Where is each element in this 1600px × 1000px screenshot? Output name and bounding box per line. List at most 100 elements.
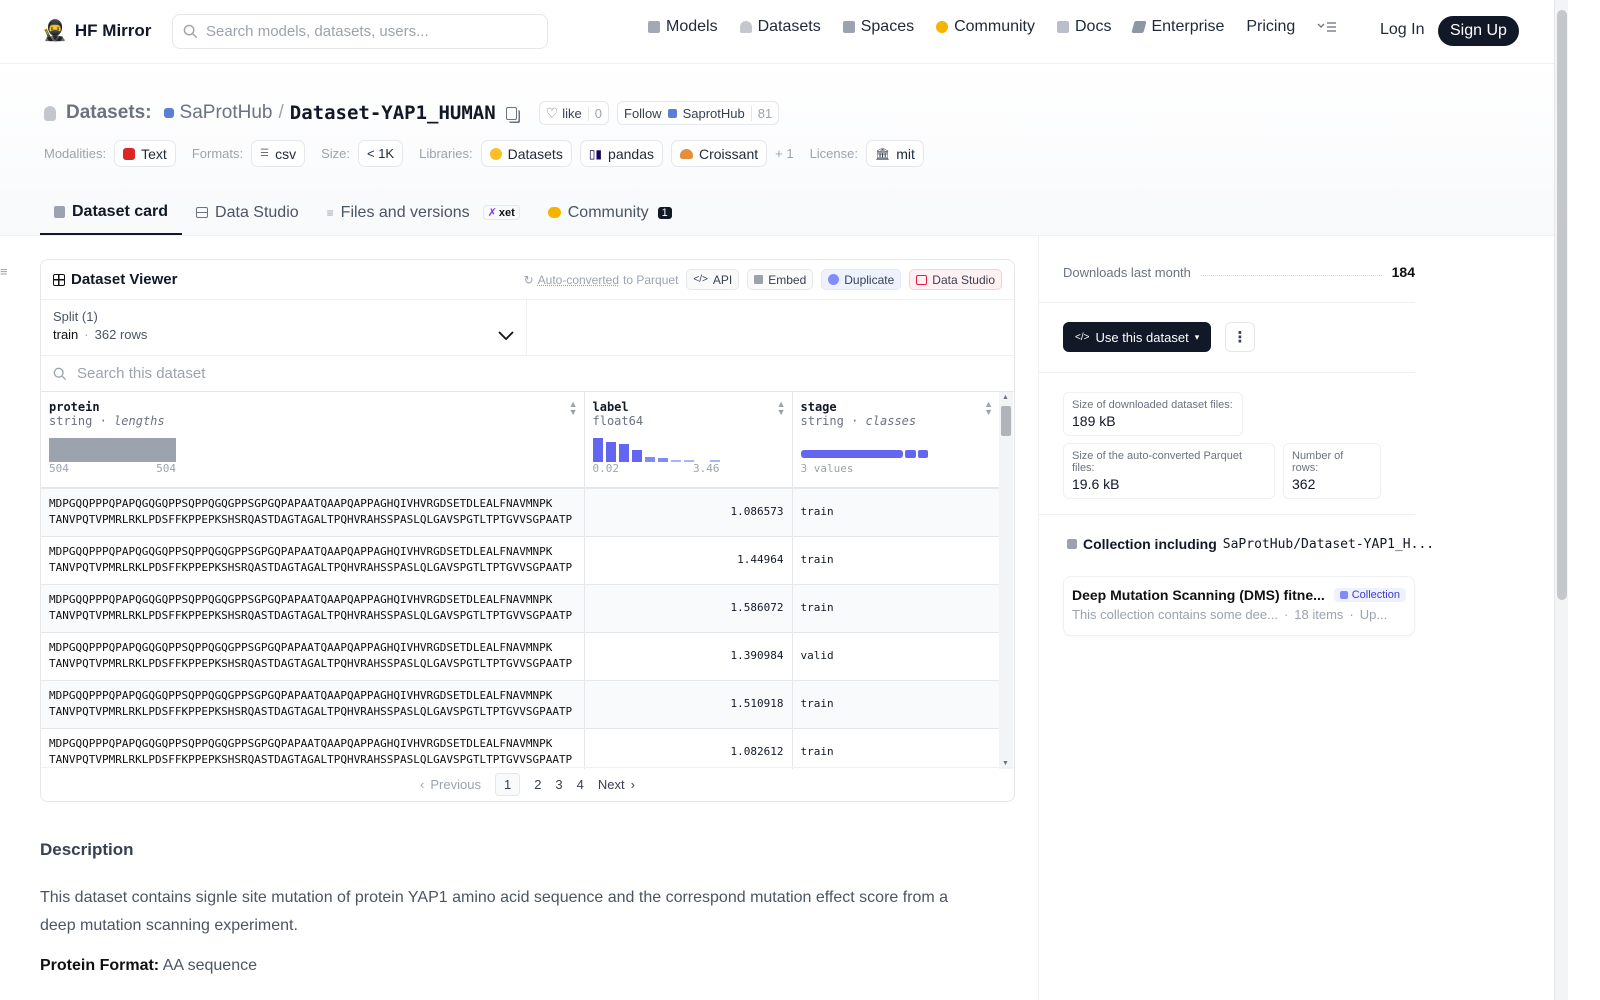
protein-cell[interactable]: MDPGQQPPPQPAPQGQGQPPSQPPQGQGPPSGPGQPAPAA… — [41, 680, 585, 728]
croissant-icon — [679, 148, 693, 159]
use-dataset-button[interactable]: </> Use this dataset ▾ — [1063, 322, 1212, 352]
nav-enterprise[interactable]: Enterprise — [1131, 18, 1224, 36]
table-row[interactable]: MDPGQQPPPQPAPQGQGQPPSQPPQGQGPPSGPGQPAPAA… — [41, 584, 999, 632]
search-icon — [183, 24, 198, 39]
follow-button[interactable]: Follow SaprotHub 81 — [617, 101, 780, 125]
sort-icon[interactable]: ▲ ▼ — [984, 400, 993, 417]
split-selector[interactable]: Split (1) train · 362 rows — [41, 300, 527, 355]
nav-spaces[interactable]: Spaces — [842, 18, 914, 36]
protein-cell[interactable]: MDPGQQPPPQPAPQGQGQPPSQPPQGQGPPSGPGQPAPAA… — [41, 584, 585, 632]
follow-label: Follow — [624, 105, 662, 121]
like-button[interactable]: ♡ like 0 — [538, 101, 609, 125]
prev-page-button[interactable]: ‹ Previous — [420, 777, 481, 792]
sort-icon[interactable]: ▲ ▼ — [777, 400, 786, 417]
tag-library-datasets[interactable]: Datasets — [480, 140, 572, 167]
login-link[interactable]: Log In — [1380, 21, 1424, 39]
label-cell[interactable]: 1.44964 — [584, 536, 793, 584]
protein-cell[interactable]: MDPGQQPPPQPAPQGQGQPPSQPPQGQGPPSGPGQPAPAA… — [41, 488, 585, 536]
collection-title[interactable]: Deep Mutation Scanning (DMS) fitne... — [1072, 587, 1325, 603]
table-row[interactable]: MDPGQQPPPQPAPQGQGQPPSQPPQGQGPPSGPGQPAPAA… — [41, 728, 999, 769]
protein-cell[interactable]: MDPGQQPPPQPAPQGQGQPPSQPPQGQGPPSGPGQPAPAA… — [41, 536, 585, 584]
tab-dataset-card[interactable]: Dataset card — [40, 190, 183, 235]
dataset-name[interactable]: Dataset-YAP1_HUMAN — [290, 102, 496, 124]
page-4-button[interactable]: 4 — [577, 777, 584, 792]
code-icon: </> — [693, 274, 708, 285]
global-search-input[interactable] — [206, 23, 526, 40]
tag-library-croissant[interactable]: Croissant — [670, 140, 768, 167]
dataset-viewer: Dataset Viewer ↻ Auto-converted to Parqu… — [40, 259, 1015, 802]
tag-size[interactable]: < 1K — [358, 140, 404, 167]
next-page-button[interactable]: Next › — [598, 777, 635, 792]
page-3-button[interactable]: 3 — [555, 777, 562, 792]
nav-datasets[interactable]: Datasets — [739, 18, 821, 36]
nav-more-menu[interactable] — [1317, 21, 1337, 33]
sort-icon[interactable]: ▲ ▼ — [569, 400, 578, 417]
tab-label: Community — [567, 203, 649, 221]
nav-label: Docs — [1075, 18, 1112, 35]
label-cell[interactable]: 1.082612 — [584, 728, 793, 769]
tag-modality-text[interactable]: Text — [114, 140, 176, 167]
nav-pricing[interactable]: Pricing — [1246, 18, 1295, 36]
hist-min: 0.02 — [592, 462, 620, 475]
files-icon: ≡ — [326, 205, 334, 220]
label-cell[interactable]: 1.510918 — [584, 680, 793, 728]
dataset-search[interactable]: Search this dataset — [41, 356, 1014, 392]
modalities-label: Modalities: — [44, 146, 107, 161]
label-cell[interactable]: 1.086573 — [584, 488, 793, 536]
data-studio-button[interactable]: Data Studio — [909, 269, 1002, 290]
more-options-button[interactable]: ⋮ — [1225, 322, 1255, 352]
stage-cell[interactable]: valid — [792, 632, 999, 680]
column-header-stage[interactable]: stage string · classes 3 values ▲ ▼ — [792, 392, 999, 488]
stage-cell[interactable]: train — [792, 728, 999, 769]
tag-format-csv[interactable]: ☰ csv — [251, 140, 306, 167]
page-2-button[interactable]: 2 — [534, 777, 541, 792]
stage-cell[interactable]: train — [792, 584, 999, 632]
column-header-label[interactable]: label float64 0.02 3.46 ▲ ▼ — [584, 392, 793, 488]
libraries-more[interactable]: + 1 — [775, 146, 793, 161]
tab-files-versions[interactable]: ≡ Files and versions ✗ xet — [313, 190, 534, 235]
split-label: Split (1) — [53, 309, 98, 324]
stage-cell[interactable]: train — [792, 536, 999, 584]
toc-toggle-icon[interactable]: ≡ — [0, 264, 8, 279]
table-row[interactable]: MDPGQQPPPQPAPQGQGQPPSQPPQGQGPPSGPGQPAPAA… — [41, 680, 999, 728]
collection-heading: Collection including SaProtHub/Dataset-Y… — [1067, 536, 1434, 552]
nav-community[interactable]: Community — [936, 18, 1035, 36]
brand-link[interactable]: 🥷 HF Mirror — [42, 18, 151, 43]
table-scrollbar[interactable]: ▲ ▼ — [999, 392, 1013, 769]
tab-label: Dataset card — [72, 202, 169, 220]
copy-icon[interactable] — [505, 106, 517, 120]
chevron-down-icon — [498, 331, 514, 341]
protein-cell[interactable]: MDPGQQPPPQPAPQGQGQPPSQPPQGQGPPSGPGQPAPAA… — [41, 632, 585, 680]
page-scrollbar[interactable] — [1554, 0, 1568, 1000]
tab-community[interactable]: Community 1 — [534, 190, 686, 235]
tag-library-pandas[interactable]: ▯▮ pandas — [579, 140, 663, 167]
page-scrollbar-thumb[interactable] — [1557, 10, 1567, 600]
owner-link[interactable]: SaProtHub — [180, 102, 273, 124]
embed-button[interactable]: Embed — [747, 269, 814, 290]
tab-label: Files and versions — [340, 203, 470, 221]
nav-models[interactable]: Models — [648, 18, 718, 36]
stage-cell[interactable]: train — [792, 488, 999, 536]
api-button[interactable]: </> API — [686, 269, 740, 290]
tag-license-mit[interactable]: 🏛 mit — [865, 140, 924, 167]
section-label: Datasets: — [66, 102, 152, 123]
stage-cell[interactable]: train — [792, 680, 999, 728]
table-row[interactable]: MDPGQQPPPQPAPQGQGQPPSQPPQGQGPPSGPGQPAPAA… — [41, 632, 999, 680]
collection-card[interactable]: Deep Mutation Scanning (DMS) fitne... Co… — [1063, 576, 1415, 636]
nav-docs[interactable]: Docs — [1057, 18, 1111, 36]
table-row[interactable]: MDPGQQPPPQPAPQGQGQPPSQPPQGQGPPSGPGQPAPAA… — [41, 488, 999, 536]
protein-cell[interactable]: MDPGQQPPPQPAPQGQGQPPSQPPQGQGPPSGPGQPAPAA… — [41, 728, 585, 769]
label-cell[interactable]: 1.586072 — [584, 584, 793, 632]
label-cell[interactable]: 1.390984 — [584, 632, 793, 680]
tab-data-studio[interactable]: Data Studio — [182, 190, 313, 235]
global-search[interactable] — [172, 14, 548, 49]
duplicate-button[interactable]: Duplicate — [821, 269, 902, 290]
column-header-protein[interactable]: protein string · lengths 504 504 ▲ ▼ — [41, 392, 585, 488]
page-1-button[interactable]: 1 — [494, 773, 521, 796]
autoconvert-link[interactable]: Auto-converted — [538, 273, 619, 287]
downloads-stat: Downloads last month 184 — [1063, 264, 1415, 280]
signup-button[interactable]: Sign Up — [1438, 16, 1519, 46]
tag-label: csv — [275, 145, 297, 162]
protein-seq-line-2: TANVPQTVPMRLRKLPDSFFKPPEPKSHSRQASTDAGTAG… — [49, 560, 573, 574]
table-row[interactable]: MDPGQQPPPQPAPQGQGQPPSQPPQGQGPPSGPGQPAPAA… — [41, 536, 999, 584]
